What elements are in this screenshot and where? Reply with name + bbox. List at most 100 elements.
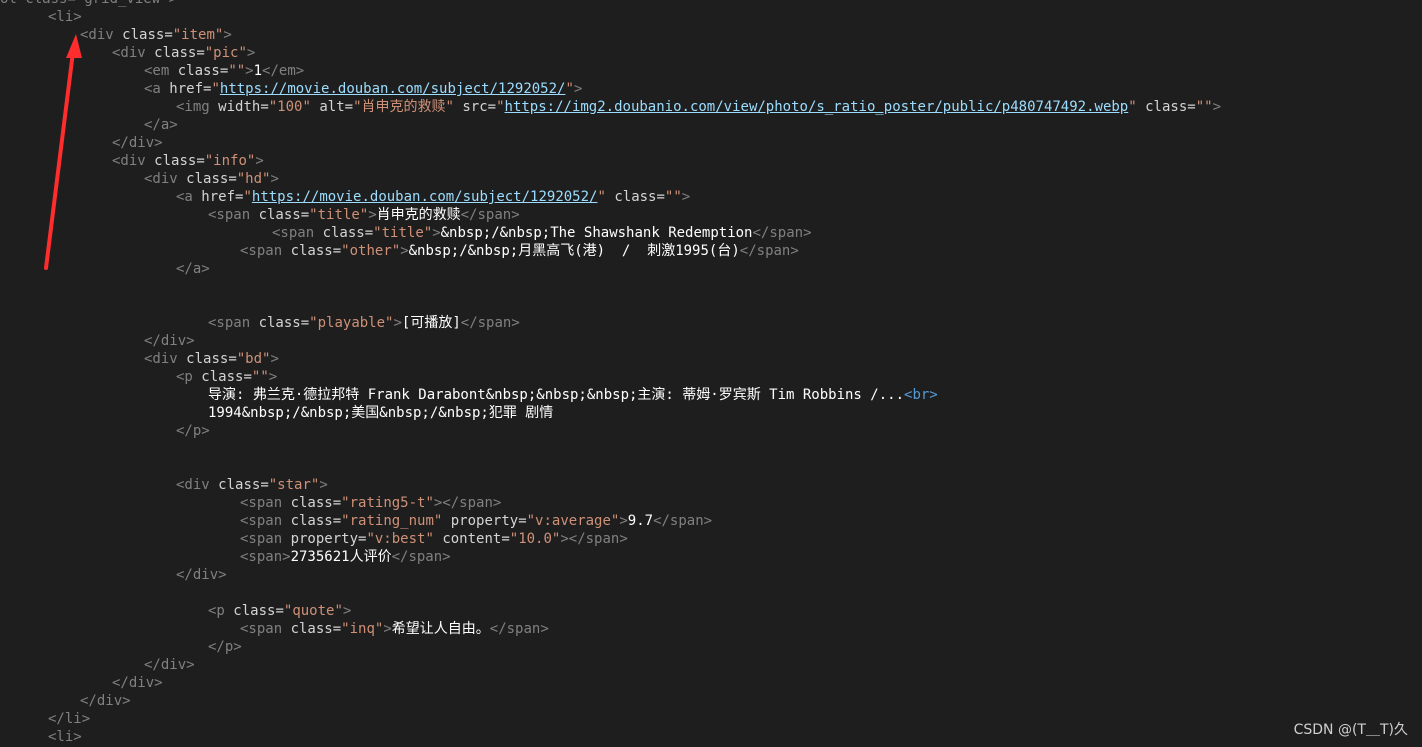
code-token: "" (1195, 99, 1213, 115)
code-line: </div> (0, 692, 1422, 710)
code-token: </span> (653, 513, 713, 529)
code-token: > (432, 225, 441, 241)
code-line: <span class="title">肖申克的救赎</span> (0, 206, 1422, 224)
code-token: href (169, 81, 204, 97)
code-token: = (364, 225, 374, 241)
code-token: "肖申克的救赎" (353, 99, 454, 115)
code-token: 9.7 (627, 513, 654, 529)
code-view: ol class="grid_view"><li><div class="ite… (0, 0, 1422, 746)
code-token: </span> (460, 207, 520, 223)
code-line: <div class="bd"> (0, 350, 1422, 368)
code-token: ></span> (433, 495, 502, 511)
code-line: <a href="https://movie.douban.com/subjec… (0, 80, 1422, 98)
code-token: " (1128, 99, 1137, 115)
code-line: </div> (0, 656, 1422, 674)
code-token: class (201, 369, 244, 385)
code-token: 希望让人自由。 (391, 621, 490, 637)
code-token: class (258, 207, 301, 223)
code-line: <span class="playable">[可播放]</span> (0, 314, 1422, 332)
code-link[interactable]: https://movie.douban.com/subject/1292052… (252, 189, 598, 205)
code-token: "item" (172, 27, 224, 43)
code-token: > (681, 189, 691, 205)
code-token: class (290, 243, 333, 259)
code-token: <span (272, 225, 323, 241)
code-token: > (223, 27, 232, 43)
code-token: = (260, 99, 269, 115)
code-line: <span class="rating5-t"></span> (0, 494, 1422, 512)
code-token: class (1136, 99, 1188, 115)
code-token: </li> (48, 711, 91, 727)
code-token: class (290, 621, 333, 637)
code-token: > (270, 351, 279, 367)
code-token: </div> (112, 675, 163, 691)
code-token: "bd" (236, 351, 271, 367)
code-token: "other" (341, 243, 401, 259)
code-token: <li> (48, 9, 82, 25)
code-token: > (400, 243, 409, 259)
code-token: class (233, 603, 276, 619)
code-token: = (228, 351, 237, 367)
code-token: <span (240, 531, 291, 547)
code-token: "rating_num" (341, 513, 443, 529)
code-line: <div class="item"> (0, 26, 1422, 44)
code-token: <a (176, 189, 202, 205)
code-line: </a> (0, 260, 1422, 278)
code-line: <p class="quote"> (0, 602, 1422, 620)
code-token: <em (144, 63, 178, 79)
code-token: <span (240, 243, 291, 259)
code-token: </div> (144, 333, 195, 349)
code-token: " (243, 189, 252, 205)
code-token: <p (208, 603, 234, 619)
code-line: <a href="https://movie.douban.com/subjec… (0, 188, 1422, 206)
code-token: "inq" (341, 621, 384, 637)
code-token: href (201, 189, 236, 205)
code-token: <span (240, 513, 291, 529)
code-token: = (275, 603, 284, 619)
code-line: <div class="pic"> (0, 44, 1422, 62)
code-token: "v:best" (366, 531, 434, 547)
code-token: <div (80, 27, 123, 43)
watermark: CSDN @(T＿T)久 (1293, 722, 1408, 738)
code-token: = (501, 531, 510, 547)
code-line: <span property="v:best" content="10.0"><… (0, 530, 1422, 548)
code-link[interactable]: https://img2.doubanio.com/view/photo/s_r… (505, 99, 1129, 115)
code-token: </div> (176, 567, 227, 583)
code-line: <span>2735621人评价</span> (0, 548, 1422, 566)
code-token: > (245, 63, 254, 79)
code-token: "star" (268, 477, 320, 493)
code-token: > (270, 171, 279, 187)
code-token: <span (240, 621, 291, 637)
code-token: = (243, 369, 252, 385)
code-line: </a> (0, 116, 1422, 134)
code-token: </span> (739, 243, 799, 259)
code-token: "pic" (204, 45, 247, 61)
code-token: 导演: 弗兰克·德拉邦特 Frank Darabont&nbsp;&nbsp;&… (208, 387, 905, 403)
code-token: content (433, 531, 502, 547)
code-token: " (496, 99, 505, 115)
code-line: ol class="grid_view"> (0, 0, 1422, 8)
code-token: <span> (240, 549, 291, 565)
code-token: = (300, 315, 310, 331)
code-token: <span (240, 495, 291, 511)
code-token: "rating5-t" (341, 495, 434, 511)
code-token: class (322, 225, 365, 241)
code-token: " (211, 81, 220, 97)
code-token: = (332, 495, 342, 511)
code-token: > (573, 81, 583, 97)
code-token: "100" (268, 99, 311, 115)
code-link[interactable]: https://movie.douban.com/subject/1292052… (220, 81, 566, 97)
code-token: = (332, 243, 342, 259)
code-token: > (255, 153, 264, 169)
code-token: <span (208, 207, 259, 223)
code-token: = (164, 27, 173, 43)
code-token: </p> (208, 639, 242, 655)
code-token: "playable" (309, 315, 394, 331)
code-token: </div> (144, 657, 195, 673)
code-token: class (186, 351, 229, 367)
code-token: <div (176, 477, 219, 493)
code-token: > (268, 369, 278, 385)
code-token: = (344, 99, 354, 115)
code-token: <img (176, 99, 219, 115)
